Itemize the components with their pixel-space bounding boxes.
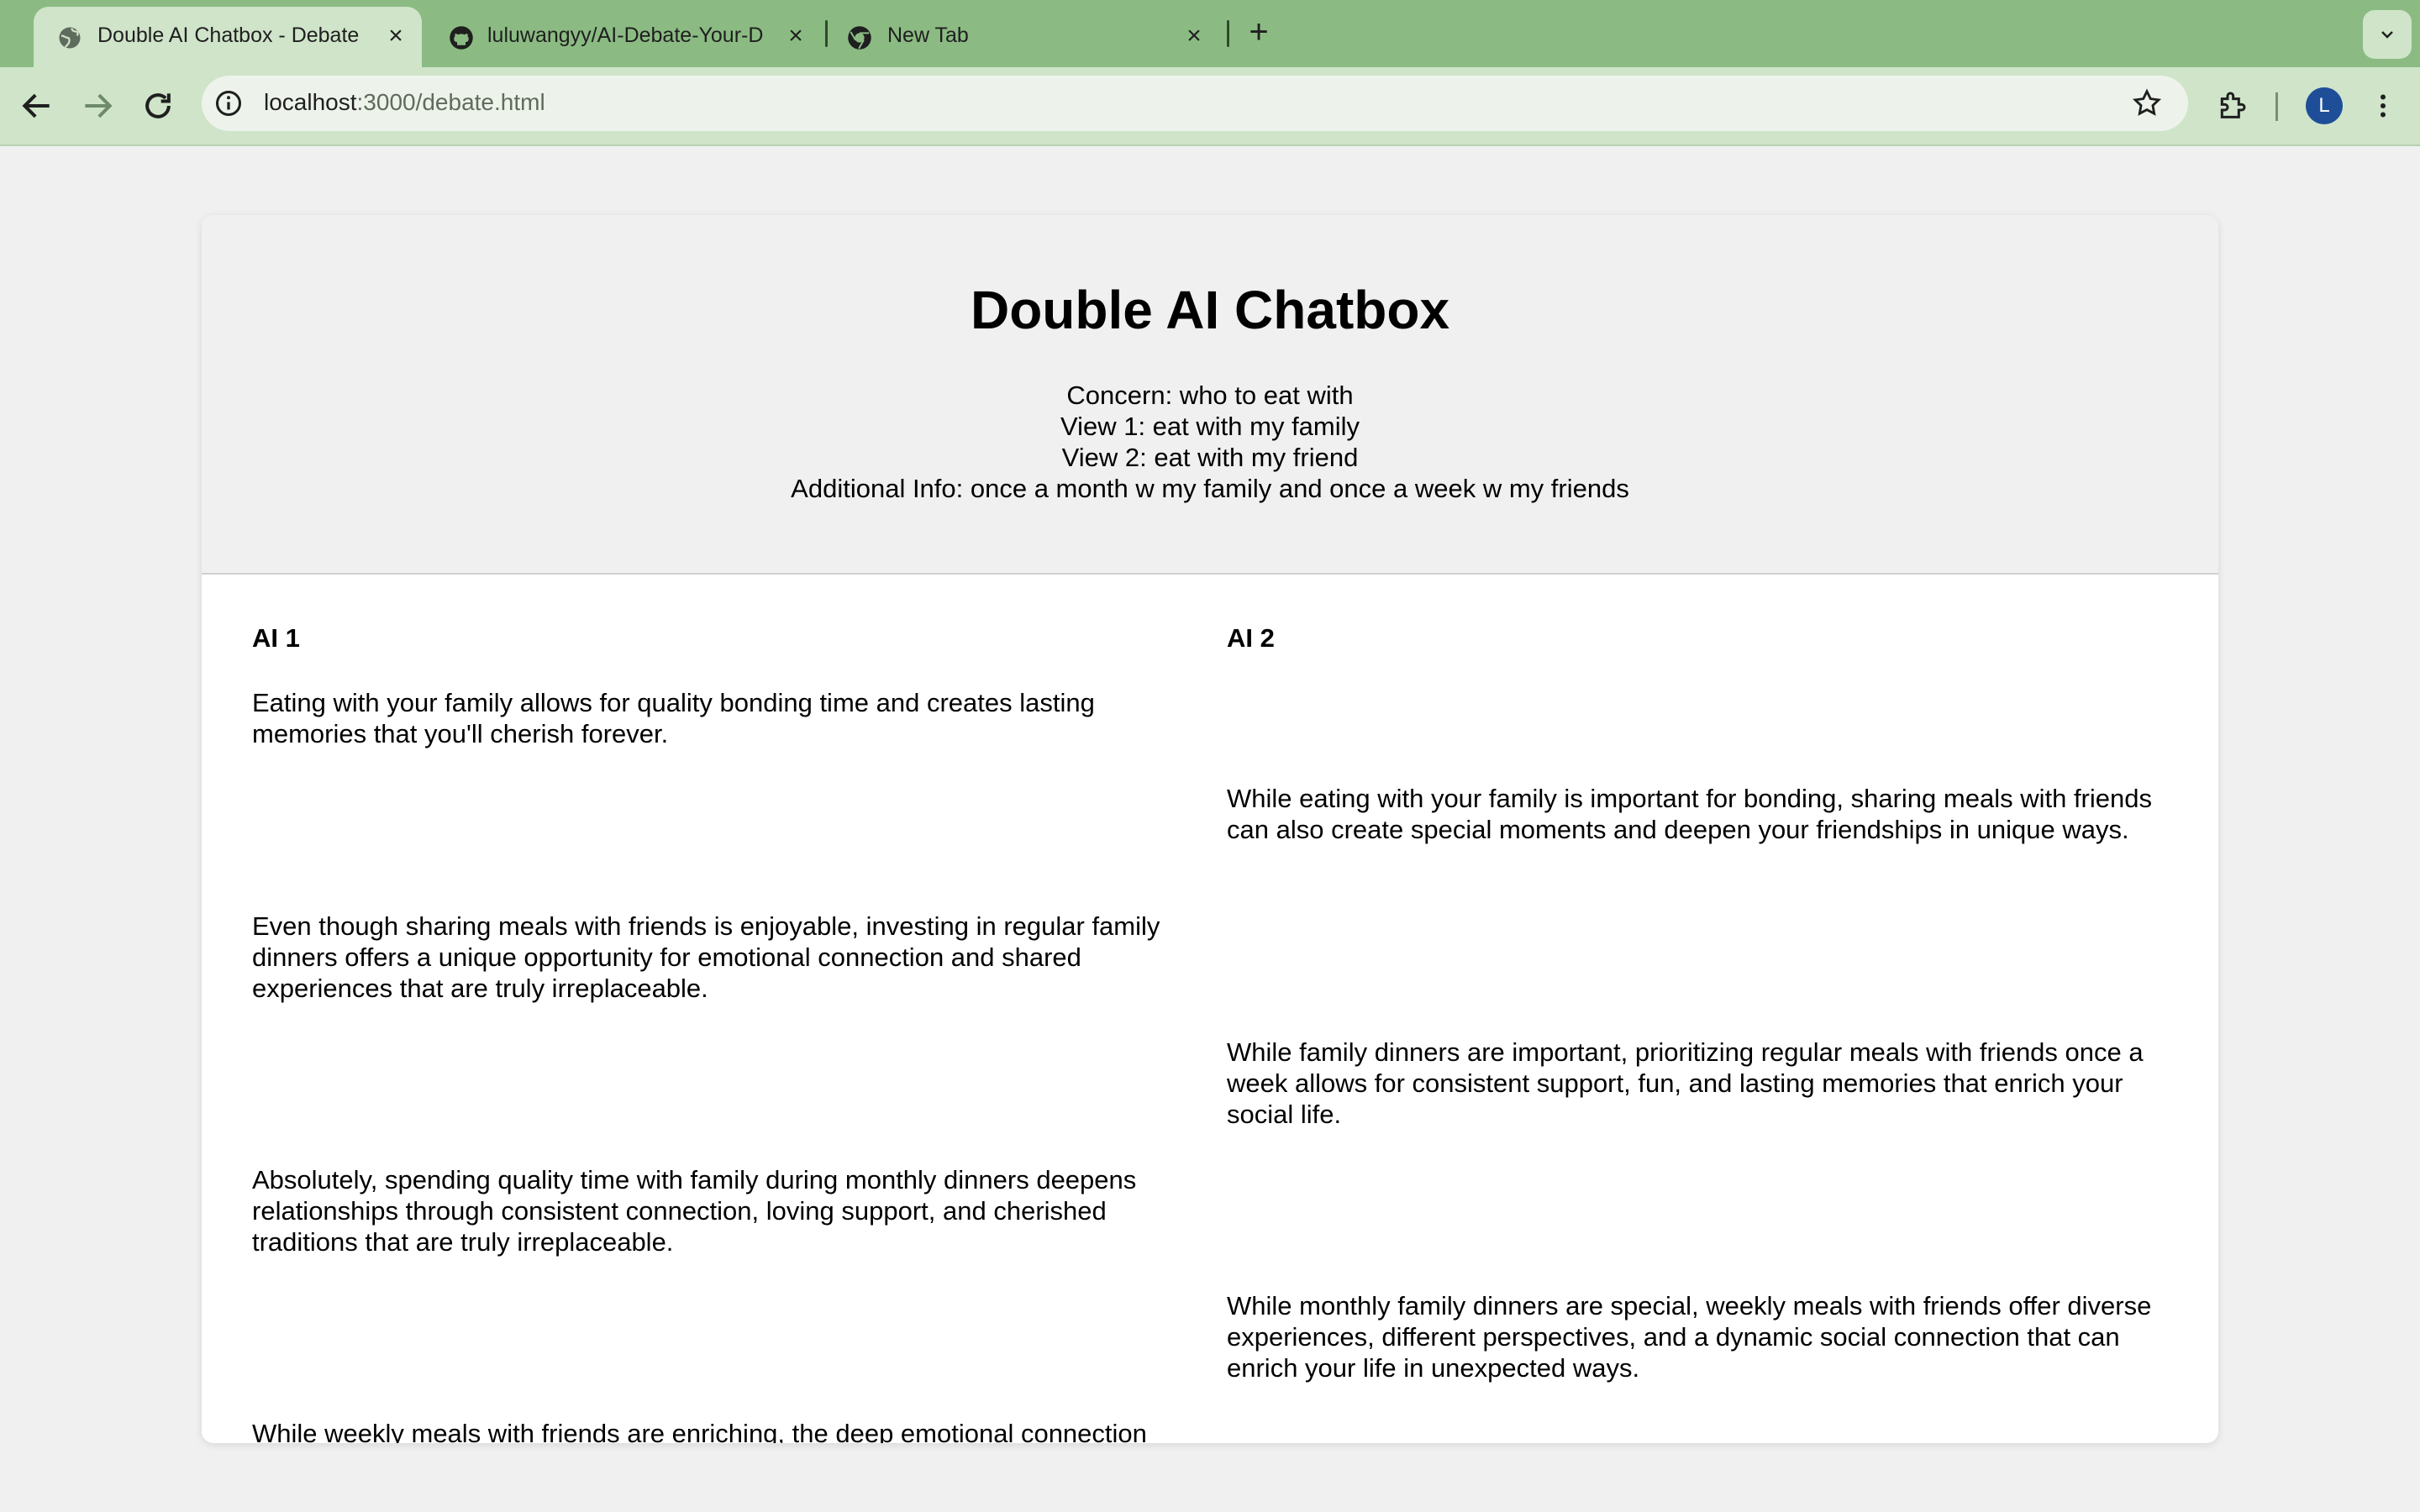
url-host: localhost — [264, 89, 357, 115]
chevron-down-icon — [2381, 31, 2393, 39]
ai2-message: While family dinners are important, prio… — [1227, 1037, 2144, 1129]
debate-info: Concern: who to eat with View 1: eat wit… — [202, 380, 2218, 504]
toolbar-divider — [2275, 92, 2278, 121]
tab-strip: Double AI Chatbox - Debate × luluwangyy/… — [0, 0, 2420, 67]
tab-github[interactable]: luluwangyy/AI-Debate-Your-D × — [425, 7, 820, 67]
ai1-message: Even though sharing meals with friends i… — [252, 911, 1160, 1003]
url-path: :3000/debate.html — [356, 89, 545, 115]
tab-debate[interactable]: Double AI Chatbox - Debate × — [34, 7, 422, 67]
tab-title: New Tab — [887, 24, 969, 47]
ai1-message: While weekly meals with friends are enri… — [252, 1419, 1147, 1443]
address-bar[interactable]: localhost:3000/debate.html — [202, 76, 2188, 131]
concern-text: Concern: who to eat with — [1066, 381, 1354, 410]
additional-info-text: Additional Info: once a month w my famil… — [791, 474, 1629, 503]
site-info-icon[interactable] — [213, 88, 244, 118]
ai1-message: Absolutely, spending quality time with f… — [252, 1165, 1137, 1257]
close-tab-icon[interactable]: × — [781, 22, 810, 50]
tab-title: luluwangyy/AI-Debate-Your-D — [487, 24, 764, 47]
view2-text: View 2: eat with my friend — [1061, 443, 1359, 472]
url-text[interactable]: localhost:3000/debate.html — [264, 89, 545, 116]
new-tab-button[interactable]: + — [1242, 15, 1276, 52]
ai2-message: While monthly family dinners are special… — [1227, 1291, 2152, 1383]
tab-title: Double AI Chatbox - Debate — [97, 24, 360, 47]
close-tab-icon[interactable]: × — [381, 22, 410, 50]
globe-icon — [59, 27, 81, 49]
chrome-icon — [848, 26, 871, 50]
debate-header: Double AI Chatbox Concern: who to eat wi… — [202, 215, 2218, 575]
ai2-label: AI 2 — [1227, 623, 1275, 653]
back-icon[interactable] — [18, 87, 55, 124]
tab-search-button[interactable] — [2363, 10, 2412, 59]
debate-card: Double AI Chatbox Concern: who to eat wi… — [202, 215, 2218, 1443]
close-tab-icon[interactable]: × — [1180, 22, 1208, 50]
bookmark-star-icon[interactable] — [2131, 87, 2163, 119]
ai1-message: Eating with your family allows for quali… — [252, 688, 1095, 748]
github-icon — [450, 26, 473, 50]
tab-new-tab[interactable]: New Tab × — [823, 7, 1218, 67]
page-title: Double AI Chatbox — [970, 280, 1450, 340]
ai2-message: While eating with your family is importa… — [1227, 784, 2152, 844]
ai1-label: AI 1 — [252, 623, 300, 653]
profile-avatar[interactable]: L — [2306, 87, 2343, 124]
tab-divider — [1227, 20, 1229, 47]
more-menu-icon[interactable] — [2368, 89, 2398, 123]
view1-text: View 1: eat with my family — [1060, 412, 1360, 441]
extensions-icon[interactable] — [2215, 89, 2249, 123]
forward-icon[interactable] — [79, 87, 116, 124]
browser-toolbar: localhost:3000/debate.html L — [0, 67, 2420, 146]
reload-icon[interactable] — [139, 87, 176, 124]
